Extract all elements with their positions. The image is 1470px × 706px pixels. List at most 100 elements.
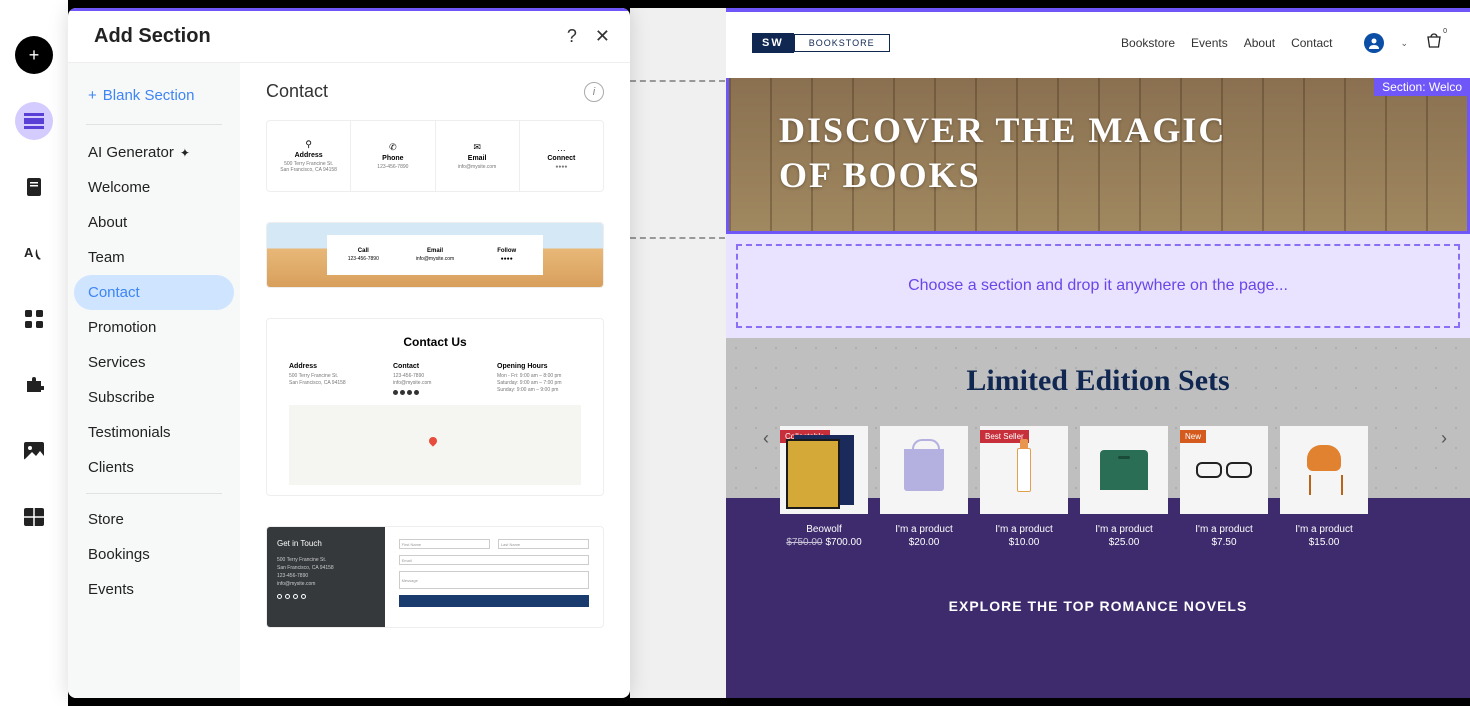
preview-cell: Call123-456-7890 bbox=[327, 235, 399, 276]
pages-button[interactable] bbox=[15, 168, 53, 206]
explore-title: EXPLORE THE TOP ROMANCE NOVELS bbox=[726, 548, 1470, 634]
left-toolbar: + A bbox=[0, 0, 68, 706]
cart-icon bbox=[1424, 31, 1444, 51]
site-preview: SW BOOKSTORE Bookstore Events About Contact… bbox=[726, 8, 1470, 698]
hero-line1: DISCOVER THE MAGIC bbox=[779, 110, 1226, 150]
category-about[interactable]: About bbox=[74, 205, 234, 240]
design-button[interactable]: A bbox=[15, 234, 53, 272]
product-card[interactable]: NewI'm a product$7.50 bbox=[1180, 426, 1268, 548]
category-sidebar: + Blank Section AI Generator✦WelcomeAbou… bbox=[68, 63, 240, 698]
add-button[interactable]: + bbox=[15, 36, 53, 74]
blank-section-label: Blank Section bbox=[103, 87, 195, 104]
cart-count: 0 bbox=[1443, 28, 1447, 35]
add-section-panel: Add Section ? ✕ + Blank Section AI Gener… bbox=[68, 8, 630, 698]
section-templates: Contact i ⚲Address500 Terry Francine St.… bbox=[240, 63, 630, 698]
category-subscribe[interactable]: Subscribe bbox=[74, 380, 234, 415]
preview-col: Contact123-456-7890info@mysite.com bbox=[393, 363, 477, 395]
table-icon bbox=[24, 508, 44, 526]
puzzle-icon bbox=[24, 375, 44, 395]
addons-button[interactable] bbox=[15, 366, 53, 404]
image-icon bbox=[24, 442, 44, 460]
close-button[interactable]: ✕ bbox=[595, 26, 610, 47]
person-icon bbox=[1368, 37, 1380, 49]
carousel-next[interactable]: › bbox=[1434, 423, 1454, 453]
preview-cell: Follow●●●● bbox=[471, 235, 543, 276]
category-testimonials[interactable]: Testimonials bbox=[74, 415, 234, 450]
cart-button[interactable]: 0 bbox=[1424, 31, 1444, 56]
preview4-left: Get in Touch500 Terry Francine St.San Fr… bbox=[267, 527, 385, 627]
product-card[interactable]: Best SellerI'm a product$10.00 bbox=[980, 426, 1068, 548]
preview-cell: ✆Phone123-456-7890 bbox=[351, 121, 435, 191]
preview-accent bbox=[726, 8, 1470, 12]
section-label-tag: Section: Welco bbox=[1374, 78, 1470, 96]
preview-col: Opening HoursMon - Fri: 9:00 am – 8:00 p… bbox=[497, 363, 581, 395]
plus-icon: + bbox=[24, 45, 44, 65]
preview-cell: ✉Emailinfo@mysite.com bbox=[436, 121, 520, 191]
sparkle-icon: ✦ bbox=[180, 146, 190, 160]
grid-icon bbox=[25, 310, 43, 328]
category-contact[interactable]: Contact bbox=[74, 275, 234, 310]
map-placeholder bbox=[289, 405, 581, 485]
panel-header: Add Section ? ✕ bbox=[68, 11, 630, 63]
category-welcome[interactable]: Welcome bbox=[74, 170, 234, 205]
content-title: Contact bbox=[266, 81, 584, 102]
site-nav: Bookstore Events About Contact ⌄ 0 bbox=[1121, 31, 1444, 56]
layout-button[interactable] bbox=[15, 498, 53, 536]
drop-zone[interactable]: Choose a section and drop it anywhere on… bbox=[726, 234, 1470, 338]
product-card[interactable]: I'm a product$20.00 bbox=[880, 426, 968, 548]
nav-events[interactable]: Events bbox=[1191, 36, 1228, 50]
hero-section[interactable]: DISCOVER THE MAGIC OF BOOKS bbox=[726, 78, 1470, 234]
contact-template-1[interactable]: ⚲Address500 Terry Francine St.San Franci… bbox=[266, 120, 604, 192]
product-card[interactable]: I'm a product$25.00 bbox=[1080, 426, 1168, 548]
category-store[interactable]: Store bbox=[74, 502, 234, 537]
guide-line bbox=[630, 80, 725, 82]
guide-line bbox=[630, 237, 725, 239]
hero-text: DISCOVER THE MAGIC OF BOOKS bbox=[729, 78, 1467, 228]
design-icon: A bbox=[24, 243, 44, 263]
products-title: Limited Edition Sets bbox=[726, 364, 1470, 398]
carousel-prev[interactable]: ‹ bbox=[756, 423, 776, 453]
contact-template-4[interactable]: Get in Touch500 Terry Francine St.San Fr… bbox=[266, 526, 604, 628]
drop-zone-border bbox=[736, 244, 1460, 328]
product-card[interactable]: CollectableBeowolf$750.00$700.00 bbox=[780, 426, 868, 548]
divider bbox=[86, 493, 222, 494]
category-events[interactable]: Events bbox=[74, 572, 234, 607]
hero-line2: OF BOOKS bbox=[779, 155, 981, 195]
divider bbox=[86, 124, 222, 125]
category-ai-generator[interactable]: AI Generator✦ bbox=[74, 135, 234, 170]
apps-button[interactable] bbox=[15, 300, 53, 338]
account-avatar[interactable] bbox=[1364, 33, 1384, 53]
preview-cell: Emailinfo@mysite.com bbox=[399, 235, 471, 276]
preview3-title: Contact Us bbox=[289, 335, 581, 349]
nav-about[interactable]: About bbox=[1244, 36, 1275, 50]
preview-cell: ⚲Address500 Terry Francine St.San Franci… bbox=[267, 121, 351, 191]
media-button[interactable] bbox=[15, 432, 53, 470]
contact-template-2[interactable]: Call123-456-7890Emailinfo@mysite.comFoll… bbox=[266, 222, 604, 288]
site-header: SW BOOKSTORE Bookstore Events About Contact… bbox=[726, 8, 1470, 78]
preview-col: Address500 Terry Francine St.San Francis… bbox=[289, 363, 373, 395]
help-button[interactable]: ? bbox=[567, 26, 577, 47]
contact-template-3[interactable]: Contact Us Address500 Terry Francine St.… bbox=[266, 318, 604, 496]
nav-bookstore[interactable]: Bookstore bbox=[1121, 36, 1175, 50]
section-icon bbox=[24, 113, 44, 129]
panel-body: + Blank Section AI Generator✦WelcomeAbou… bbox=[68, 63, 630, 698]
category-services[interactable]: Services bbox=[74, 345, 234, 380]
info-icon[interactable]: i bbox=[584, 82, 604, 102]
products-section: Limited Edition Sets ‹ › CollectableBeow… bbox=[726, 338, 1470, 634]
site-logo[interactable]: SW BOOKSTORE bbox=[752, 33, 890, 53]
sections-button[interactable] bbox=[15, 102, 53, 140]
category-clients[interactable]: Clients bbox=[74, 450, 234, 485]
panel-title: Add Section bbox=[94, 25, 549, 48]
content-header: Contact i bbox=[266, 81, 604, 102]
product-card[interactable]: I'm a product$15.00 bbox=[1280, 426, 1368, 548]
preview4-right: First NameLast NameEmailMessage bbox=[385, 527, 603, 627]
blank-section-button[interactable]: + Blank Section bbox=[74, 77, 234, 114]
chevron-down-icon[interactable]: ⌄ bbox=[1400, 38, 1408, 49]
page-icon bbox=[25, 177, 43, 197]
nav-contact[interactable]: Contact bbox=[1291, 36, 1332, 50]
category-team[interactable]: Team bbox=[74, 240, 234, 275]
plus-icon: + bbox=[88, 87, 97, 104]
category-promotion[interactable]: Promotion bbox=[74, 310, 234, 345]
category-bookings[interactable]: Bookings bbox=[74, 537, 234, 572]
logo-text: BOOKSTORE bbox=[794, 34, 890, 52]
